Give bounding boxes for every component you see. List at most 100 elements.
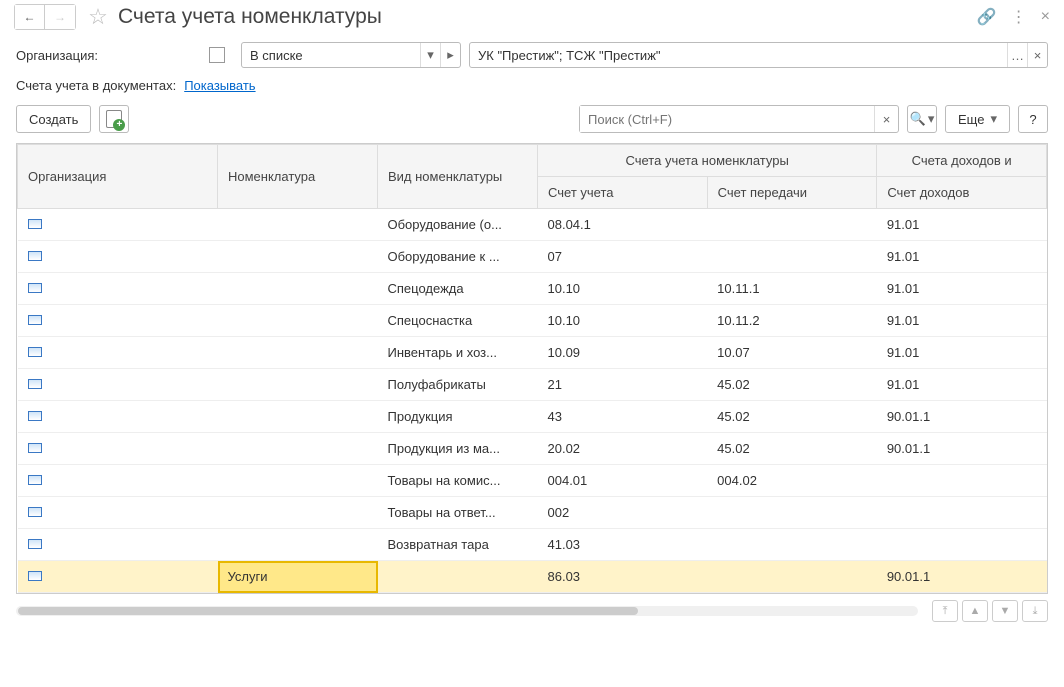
create-from-button[interactable] xyxy=(99,105,129,133)
cell-vid[interactable]: Возвратная тара xyxy=(378,529,538,561)
cell-vid[interactable] xyxy=(378,561,538,593)
cell-nomen[interactable] xyxy=(218,305,378,337)
cell-schet[interactable]: 10.10 xyxy=(538,273,708,305)
cell-nomen[interactable] xyxy=(218,209,378,241)
scrollbar-thumb[interactable] xyxy=(18,607,638,615)
cell-org[interactable] xyxy=(18,241,218,273)
table-row[interactable]: Продукция из ма...20.0245.0290.01.1 xyxy=(18,433,1047,465)
cell-schet[interactable]: 21 xyxy=(538,369,708,401)
cell-nomen[interactable] xyxy=(218,401,378,433)
search-input[interactable] xyxy=(580,106,874,132)
forward-button[interactable]: → xyxy=(45,5,75,29)
cell-nomen[interactable]: Услуги xyxy=(218,561,378,593)
cell-dohod[interactable]: 91.01 xyxy=(877,337,1047,369)
org-filter-checkbox[interactable] xyxy=(209,47,225,63)
table-row[interactable]: Оборудование (о...08.04.1 91.01 xyxy=(18,209,1047,241)
filter-value-combo[interactable]: УК "Престиж"; ТСЖ "Престиж" … × xyxy=(469,42,1048,68)
table-row[interactable]: Оборудование к ...07 91.01 xyxy=(18,241,1047,273)
cell-schet[interactable]: 43 xyxy=(538,401,708,433)
table-row[interactable]: Продукция4345.0290.01.1 xyxy=(18,401,1047,433)
filter-mode-combo[interactable]: В списке ▾ ▸ xyxy=(241,42,461,68)
scroll-down-button[interactable]: ▼ xyxy=(992,600,1018,622)
scroll-top-button[interactable]: ⤒ xyxy=(932,600,958,622)
filter-mode-btn[interactable]: ▸ xyxy=(440,43,460,67)
table-row[interactable]: Товары на комис...004.01004.02 xyxy=(18,465,1047,497)
cell-org[interactable] xyxy=(18,529,218,561)
cell-vid[interactable]: Продукция xyxy=(378,401,538,433)
scroll-bottom-button[interactable]: ⤓ xyxy=(1022,600,1048,622)
cell-vid[interactable]: Спецодежда xyxy=(378,273,538,305)
cell-vid[interactable]: Инвентарь и хоз... xyxy=(378,337,538,369)
horizontal-scrollbar[interactable] xyxy=(16,606,918,616)
cell-nomen[interactable] xyxy=(218,433,378,465)
cell-schet[interactable]: 004.01 xyxy=(538,465,708,497)
more-button[interactable]: Еще▾ xyxy=(945,105,1010,133)
cell-nomen[interactable] xyxy=(218,273,378,305)
cell-org[interactable] xyxy=(18,305,218,337)
cell-schet[interactable]: 10.10 xyxy=(538,305,708,337)
cell-pered[interactable] xyxy=(707,529,877,561)
cell-dohod[interactable]: 91.01 xyxy=(877,241,1047,273)
table-row[interactable]: Услуги 86.03 90.01.1 xyxy=(18,561,1047,593)
cell-org[interactable] xyxy=(18,369,218,401)
cell-org[interactable] xyxy=(18,209,218,241)
cell-dohod[interactable]: 90.01.1 xyxy=(877,401,1047,433)
cell-pered[interactable]: 45.02 xyxy=(707,401,877,433)
cell-vid[interactable]: Спецоснастка xyxy=(378,305,538,337)
scroll-up-button[interactable]: ▲ xyxy=(962,600,988,622)
cell-schet[interactable]: 41.03 xyxy=(538,529,708,561)
cell-pered[interactable] xyxy=(707,209,877,241)
cell-pered[interactable]: 45.02 xyxy=(707,433,877,465)
table-row[interactable]: Инвентарь и хоз...10.0910.0791.01 xyxy=(18,337,1047,369)
table-row[interactable]: Спецоснастка10.1010.11.291.01 xyxy=(18,305,1047,337)
cell-org[interactable] xyxy=(18,337,218,369)
search-clear-btn[interactable]: × xyxy=(874,106,898,132)
cell-org[interactable] xyxy=(18,465,218,497)
link-icon[interactable]: 🔗 xyxy=(977,7,997,27)
search-button[interactable]: 🔍▾ xyxy=(907,105,937,133)
cell-org[interactable] xyxy=(18,561,218,593)
cell-schet[interactable]: 07 xyxy=(538,241,708,273)
filter-clear-btn[interactable]: × xyxy=(1027,43,1047,67)
help-button[interactable]: ? xyxy=(1018,105,1048,133)
close-icon[interactable]: × xyxy=(1041,8,1050,26)
cell-dohod[interactable]: 90.01.1 xyxy=(877,561,1047,593)
cell-schet[interactable]: 86.03 xyxy=(538,561,708,593)
cell-vid[interactable]: Оборудование (о... xyxy=(378,209,538,241)
cell-dohod[interactable]: 91.01 xyxy=(877,209,1047,241)
cell-dohod[interactable]: 91.01 xyxy=(877,369,1047,401)
table-row[interactable]: Товары на ответ...002 xyxy=(18,497,1047,529)
table-row[interactable]: Полуфабрикаты2145.0291.01 xyxy=(18,369,1047,401)
cell-nomen[interactable] xyxy=(218,465,378,497)
cell-pered[interactable]: 45.02 xyxy=(707,369,877,401)
cell-dohod[interactable] xyxy=(877,465,1047,497)
cell-schet[interactable]: 08.04.1 xyxy=(538,209,708,241)
cell-dohod[interactable] xyxy=(877,529,1047,561)
cell-dohod[interactable]: 90.01.1 xyxy=(877,433,1047,465)
cell-nomen[interactable] xyxy=(218,529,378,561)
table-row[interactable]: Возвратная тара41.03 xyxy=(18,529,1047,561)
col-organization[interactable]: Организация xyxy=(18,145,218,209)
back-button[interactable]: ← xyxy=(15,5,45,29)
cell-vid[interactable]: Оборудование к ... xyxy=(378,241,538,273)
cell-vid[interactable]: Товары на ответ... xyxy=(378,497,538,529)
cell-nomen[interactable] xyxy=(218,241,378,273)
cell-dohod[interactable] xyxy=(877,497,1047,529)
cell-vid[interactable]: Полуфабрикаты xyxy=(378,369,538,401)
cell-nomen[interactable] xyxy=(218,497,378,529)
create-button[interactable]: Создать xyxy=(16,105,91,133)
cell-org[interactable] xyxy=(18,433,218,465)
cell-schet[interactable]: 10.09 xyxy=(538,337,708,369)
col-nomenclature[interactable]: Номенклатура xyxy=(218,145,378,209)
cell-org[interactable] xyxy=(18,401,218,433)
cell-vid[interactable]: Продукция из ма... xyxy=(378,433,538,465)
cell-nomen[interactable] xyxy=(218,337,378,369)
col-group-accounts[interactable]: Счета учета номенклатуры xyxy=(538,145,877,177)
cell-nomen[interactable] xyxy=(218,369,378,401)
filter-select-btn[interactable]: … xyxy=(1007,43,1027,67)
cell-pered[interactable] xyxy=(707,241,877,273)
kebab-menu-icon[interactable]: ⋮ xyxy=(1011,7,1027,27)
cell-org[interactable] xyxy=(18,273,218,305)
col-transfer[interactable]: Счет передачи xyxy=(707,177,877,209)
favorite-star-icon[interactable]: ☆ xyxy=(86,5,110,29)
